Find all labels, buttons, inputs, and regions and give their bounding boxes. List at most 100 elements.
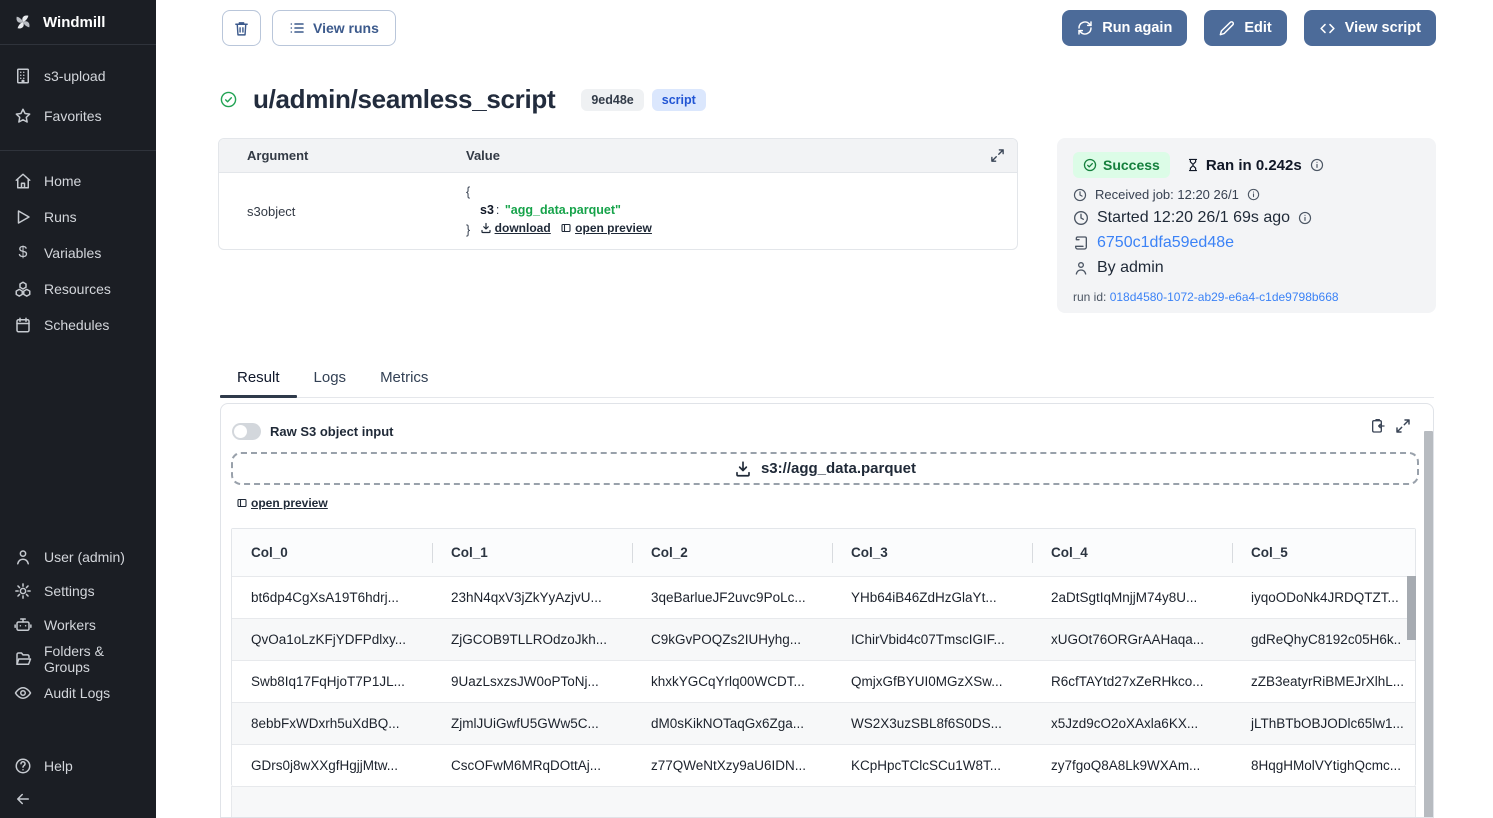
collapse-sidebar-button[interactable] xyxy=(0,788,156,810)
result-panel: Raw S3 object input s3://agg_data.parque… xyxy=(220,403,1434,818)
trash-icon xyxy=(233,20,250,37)
run-author: By admin xyxy=(1097,259,1164,277)
sidebar-item-audit-logs[interactable]: Audit Logs xyxy=(0,676,156,710)
sidebar-item-label: Schedules xyxy=(44,317,109,333)
sidebar-divider xyxy=(0,150,156,151)
sidebar-item-resources[interactable]: Resources xyxy=(0,271,156,307)
tab-logs[interactable]: Logs xyxy=(297,363,364,397)
result-data-table: Col_0 Col_1 Col_2 Col_3 Col_4 Col_5 bt6d… xyxy=(231,528,1416,786)
json-open-brace: { xyxy=(466,183,1017,201)
edit-button[interactable]: Edit xyxy=(1204,10,1286,46)
copy-result-icon[interactable] xyxy=(1370,418,1386,434)
view-script-button[interactable]: View script xyxy=(1304,10,1436,46)
run-id-label: run id: xyxy=(1073,290,1106,304)
building-icon xyxy=(14,67,32,85)
download-icon xyxy=(480,222,492,234)
table-cell: xUGOt76ORGrAAHaqa... xyxy=(1032,618,1232,660)
edit-label: Edit xyxy=(1244,20,1271,36)
run-id-link[interactable]: 018d4580-1072-ab29-e6a4-c1de9798b668 xyxy=(1110,290,1339,304)
tab-metrics[interactable]: Metrics xyxy=(363,363,445,397)
table-cell: 8HqgHMolVYtighQcmc... xyxy=(1232,744,1415,786)
info-icon[interactable] xyxy=(1247,188,1260,201)
table-cell: 8ebbFxWDxrh5uXdBQ... xyxy=(232,702,432,744)
download-icon xyxy=(734,460,752,478)
open-preview-link[interactable]: open preview xyxy=(560,219,652,237)
panel-preview-icon xyxy=(236,497,248,509)
table-cell: IChirVbid4c07TmscIGIF... xyxy=(832,618,1032,660)
table-cell: YHb64iB46ZdHzGlaYt... xyxy=(832,576,1032,618)
table-cell: 3qeBarlueJF2uvc9PoLc... xyxy=(632,576,832,618)
json-colon: : xyxy=(494,203,501,217)
download-label: download xyxy=(495,219,551,237)
table-cell: 9UazLsxzsJW0oPToNj... xyxy=(432,660,632,702)
sidebar-item-folders-groups[interactable]: Folders & Groups xyxy=(0,642,156,676)
info-icon[interactable] xyxy=(1310,158,1324,172)
sidebar-item-label: Runs xyxy=(44,209,77,225)
raw-s3-toggle[interactable] xyxy=(232,423,261,440)
s3-download-button[interactable]: s3://agg_data.parquet xyxy=(231,452,1419,485)
sidebar-item-user[interactable]: User (admin) xyxy=(0,540,156,574)
info-icon[interactable] xyxy=(1298,211,1312,225)
code-icon xyxy=(1319,20,1336,37)
success-check-icon xyxy=(220,91,237,108)
worker-link[interactable]: 6750c1dfa59ed48e xyxy=(1097,234,1234,252)
sidebar-divider xyxy=(0,44,156,45)
json-key: s3 xyxy=(480,203,494,217)
expand-result-icon[interactable] xyxy=(1395,418,1411,434)
sidebar-item-label: s3-upload xyxy=(44,68,106,84)
brand-label: Windmill xyxy=(43,14,105,31)
brand[interactable]: Windmill xyxy=(0,0,156,44)
table-cell: z77QWeNtXzy9aU6IDN... xyxy=(632,744,832,786)
sidebar-item-schedules[interactable]: Schedules xyxy=(0,307,156,343)
table-cell: bt6dp4CgXsA19T6hdrj... xyxy=(232,576,432,618)
arg-name: s3object xyxy=(219,204,466,219)
tab-result[interactable]: Result xyxy=(220,363,297,397)
table-cell: 2aDtSgtIqMnjjM74y8U... xyxy=(1032,576,1232,618)
table-row: Swb8Iq17FqHjoT7P1JL... 9UazLsxzsJW0oPToN… xyxy=(232,660,1415,702)
sidebar-item-workers[interactable]: Workers xyxy=(0,608,156,642)
table-cell: zy7fgoQ8A8Lk9WXAm... xyxy=(1032,744,1232,786)
hourglass-icon xyxy=(1186,158,1200,172)
sidebar-item-runs[interactable]: Runs xyxy=(0,199,156,235)
folder-icon xyxy=(14,650,32,668)
table-scrollbar[interactable] xyxy=(1407,576,1416,640)
sidebar-item-home[interactable]: Home xyxy=(0,163,156,199)
raw-s3-toggle-label: Raw S3 object input xyxy=(270,424,394,439)
windmill-logo-icon xyxy=(13,12,33,32)
table-cell: QmjxGfBYUI0MGzXSw... xyxy=(832,660,1032,702)
download-link[interactable]: download xyxy=(480,219,551,237)
started-at: Started 12:20 26/1 69s ago xyxy=(1097,209,1290,227)
open-preview-link[interactable]: open preview xyxy=(236,496,328,510)
column-header: Col_2 xyxy=(632,529,832,576)
run-again-button[interactable]: Run again xyxy=(1062,10,1187,46)
table-cell: ZjmlJUiGwfU5GWw5C... xyxy=(432,702,632,744)
view-runs-button[interactable]: View runs xyxy=(272,10,396,46)
sidebar-item-settings[interactable]: Settings xyxy=(0,574,156,608)
table-cell: 23hN4qxV3jZkYyAzjvU... xyxy=(432,576,632,618)
home-icon xyxy=(14,172,32,190)
args-col-argument: Argument xyxy=(219,148,466,163)
sidebar-item-s3-upload[interactable]: s3-upload xyxy=(0,56,156,96)
args-row: s3object { s3: "agg_data.parquet" } down… xyxy=(219,173,1017,249)
table-cell: gdReQhyC8192c05H6k.. xyxy=(1232,618,1415,660)
sidebar-item-favorites[interactable]: Favorites xyxy=(0,96,156,136)
view-script-label: View script xyxy=(1345,20,1421,36)
json-close-brace: } xyxy=(466,223,470,237)
table-cell: zZB3eatyrRiBMEJrXlhL... xyxy=(1232,660,1415,702)
table-row: bt6dp4CgXsA19T6hdrj... 23hN4qxV3jZkYyAzj… xyxy=(232,576,1415,618)
table-cell: jLThBTbOBJODlc65lw1... xyxy=(1232,702,1415,744)
delete-button[interactable] xyxy=(222,10,261,46)
version-badge: 9ed48e xyxy=(581,89,643,111)
sidebar-item-variables[interactable]: $ Variables xyxy=(0,235,156,271)
expand-args-icon[interactable] xyxy=(990,148,1017,163)
panel-preview-icon xyxy=(560,222,572,234)
status-badge-label: Success xyxy=(1103,157,1160,173)
panel-scrollbar[interactable] xyxy=(1424,431,1433,818)
page-title: u/admin/seamless_script xyxy=(253,84,555,115)
table-cell: ZjGCOB9TLLROdzoJkh... xyxy=(432,618,632,660)
dollar-icon: $ xyxy=(14,244,32,262)
pencil-icon xyxy=(1219,20,1235,36)
sidebar-item-help[interactable]: Help xyxy=(0,749,156,783)
calendar-icon xyxy=(14,316,32,334)
view-runs-label: View runs xyxy=(313,20,379,36)
